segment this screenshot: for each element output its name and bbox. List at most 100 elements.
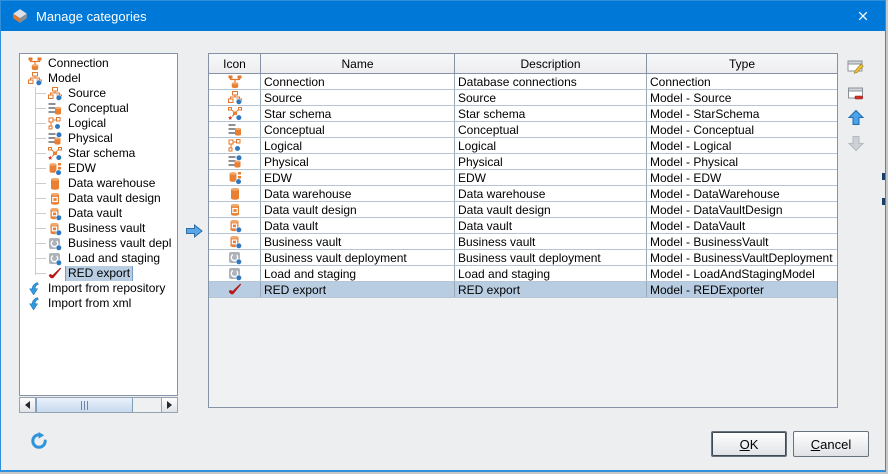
- table-row-data-warehouse[interactable]: Data warehouse Data warehouse Model - Data…: [209, 186, 837, 202]
- tree-item-star-schema[interactable]: Star schema: [20, 146, 177, 161]
- tree-item-business-vault[interactable]: Business vault: [20, 221, 177, 236]
- table-row-star-schema[interactable]: Star schema Star schema Model - StarSchema: [209, 106, 837, 122]
- data-vault-icon: [228, 219, 242, 233]
- column-header-description[interactable]: Description: [455, 54, 647, 73]
- move-up-button[interactable]: [846, 108, 866, 128]
- cell-type: Model - BusinessVault: [650, 234, 769, 249]
- cell-name: Load and staging: [261, 266, 455, 281]
- model-icon: [28, 71, 42, 86]
- tree-item-load-and-staging[interactable]: Load and staging: [20, 251, 177, 266]
- row-icon-cell: [209, 282, 261, 297]
- cell-description: Logical: [455, 138, 647, 153]
- star-schema-icon: [48, 146, 62, 161]
- tree-item-import-from-xml[interactable]: Import from xml: [20, 296, 177, 311]
- tree-item-physical[interactable]: Physical: [20, 131, 177, 146]
- tree-horizontal-scrollbar[interactable]: [19, 397, 178, 413]
- down-arrow-icon: [847, 134, 865, 152]
- source-icon: [227, 90, 242, 105]
- row-icon-cell: [209, 186, 261, 201]
- cell-type: Model - DataVault: [650, 218, 746, 233]
- scrollbar-track[interactable]: [133, 398, 161, 412]
- cancel-button[interactable]: Cancel: [793, 431, 869, 457]
- scroll-left-icon: [25, 401, 30, 409]
- tree-item-source[interactable]: Source: [20, 86, 177, 101]
- physical-icon: [48, 131, 62, 146]
- tree-item-edw[interactable]: EDW: [20, 161, 177, 176]
- table-row-red-export[interactable]: RED export RED export Model - REDExporter: [209, 282, 837, 298]
- tree-item-connection[interactable]: Connection: [20, 56, 177, 71]
- data-warehouse-icon: [48, 177, 62, 191]
- tree-item-logical[interactable]: Logical: [20, 116, 177, 131]
- refresh-button[interactable]: [30, 432, 48, 450]
- edit-category-button[interactable]: [846, 57, 866, 77]
- column-header-icon[interactable]: Icon: [209, 54, 261, 73]
- cell-description: Business vault deployment: [455, 250, 647, 265]
- table-row-physical[interactable]: Physical Physical Model - Physical: [209, 154, 837, 170]
- row-icon-cell: [209, 234, 261, 249]
- tree-item-label: Import from repository: [48, 281, 166, 295]
- scroll-right-icon: [167, 401, 172, 409]
- table-row-data-vault[interactable]: Data vault Data vault Model - DataVault: [209, 218, 837, 234]
- cell-description: Business vault: [455, 234, 647, 249]
- remove-category-button[interactable]: [846, 84, 866, 104]
- table-row-conceptual[interactable]: Conceptual Conceptual Model - Conceptual: [209, 122, 837, 138]
- ok-button[interactable]: OK: [711, 431, 787, 457]
- tree-item-model[interactable]: Model: [20, 71, 177, 86]
- business-vault-icon: [228, 235, 242, 249]
- tree-item-import-from-repository[interactable]: Import from repository: [20, 281, 177, 296]
- scroll-right-button[interactable]: [161, 398, 177, 412]
- cell-name: Business vault deployment: [261, 250, 455, 265]
- load-and-staging-icon: [228, 267, 242, 281]
- border-mark: [882, 198, 885, 205]
- row-icon-cell: [209, 266, 261, 281]
- row-icon-cell: [209, 138, 261, 153]
- table-row-logical[interactable]: Logical Logical Model - Logical: [209, 138, 837, 154]
- title-bar[interactable]: Manage categories: [1, 1, 885, 31]
- scroll-left-button[interactable]: [20, 398, 36, 412]
- tree-item-red-export[interactable]: RED export: [20, 266, 177, 281]
- cell-name: Star schema: [261, 106, 455, 121]
- import-icon: [28, 281, 42, 296]
- tree-item-label: Physical: [68, 131, 113, 145]
- cell-name: RED export: [261, 282, 455, 297]
- table-header: Icon Name Description Type: [209, 54, 837, 74]
- border-mark: [882, 173, 885, 180]
- column-header-name[interactable]: Name: [261, 54, 455, 73]
- scrollbar-thumb[interactable]: [36, 398, 133, 412]
- table-row-load-and-staging[interactable]: Load and staging Load and staging Model - …: [209, 266, 837, 282]
- cell-name: Logical: [261, 138, 455, 153]
- tree-item-conceptual[interactable]: Conceptual: [20, 101, 177, 116]
- cell-type: Model - Physical: [650, 154, 739, 169]
- table-row-business-vault-deployment[interactable]: Business vault deployment Business vault …: [209, 250, 837, 266]
- column-header-type[interactable]: Type: [647, 54, 837, 73]
- cell-type: Model - REDExporter: [650, 282, 765, 297]
- cell-type: Model - EDW: [650, 170, 722, 185]
- cell-description: Conceptual: [455, 122, 647, 137]
- tree-item-data-warehouse[interactable]: Data warehouse: [20, 176, 177, 191]
- physical-icon: [228, 154, 242, 169]
- cell-type: Model - LoadAndStagingModel: [650, 266, 815, 281]
- row-icon-cell: [209, 106, 261, 121]
- star-schema-icon: [227, 106, 242, 121]
- up-arrow-icon: [847, 109, 865, 127]
- tree-item-label: Import from xml: [48, 296, 132, 310]
- edw-icon: [228, 171, 242, 185]
- cell-name: Source: [261, 90, 455, 105]
- tree-item-data-vault[interactable]: Data vault: [20, 206, 177, 221]
- table-row-connection[interactable]: Connection Database connections Connection: [209, 74, 837, 90]
- tree-item-data-vault-design[interactable]: Data vault design: [20, 191, 177, 206]
- table-row-source[interactable]: Source Source Model - Source: [209, 90, 837, 106]
- table-row-edw[interactable]: EDW EDW Model - EDW: [209, 170, 837, 186]
- tree-item-business-vault-depl[interactable]: Business vault depl: [20, 236, 177, 251]
- close-button[interactable]: [840, 1, 885, 31]
- table-row-data-vault-design[interactable]: Data vault design Data vault design Model …: [209, 202, 837, 218]
- logical-icon: [228, 138, 242, 153]
- delete-row-icon: [847, 85, 865, 103]
- tree-item-label: Data warehouse: [68, 176, 156, 190]
- tree-item-label: Model: [48, 71, 81, 85]
- business-vault-deployment-icon: [228, 251, 242, 265]
- move-down-button[interactable]: [846, 133, 866, 153]
- cell-name: Data vault: [261, 218, 455, 233]
- manage-categories-dialog: Manage categories Connection Model Source C…: [0, 0, 886, 472]
- table-row-business-vault[interactable]: Business vault Business vault Model - Busi…: [209, 234, 837, 250]
